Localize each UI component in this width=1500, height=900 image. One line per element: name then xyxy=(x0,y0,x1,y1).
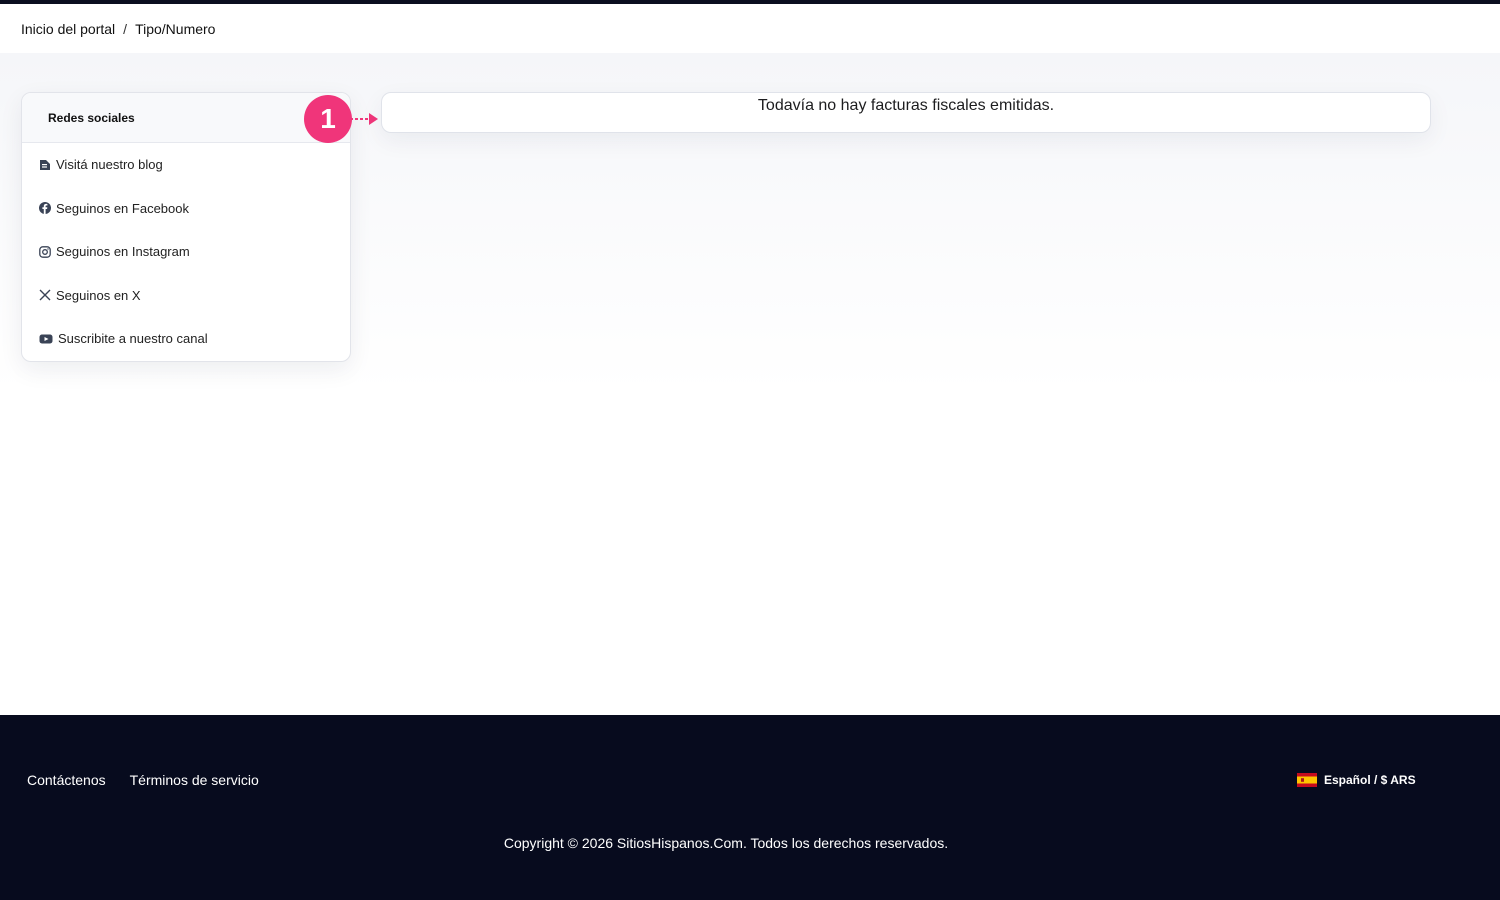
instagram-icon xyxy=(39,245,51,258)
spain-flag-icon xyxy=(1297,773,1317,787)
sidebar-item-youtube[interactable]: Suscribite a nuestro canal xyxy=(22,317,350,361)
sidebar-item-label: Visitá nuestro blog xyxy=(56,157,163,173)
language-label: Español / $ ARS xyxy=(1324,773,1416,787)
annotation-arrow-icon xyxy=(350,113,378,125)
main-content: Redes sociales Visitá nuestro blog Segui… xyxy=(0,53,1500,715)
notice-message: Todavía no hay facturas fiscales emitida… xyxy=(757,97,1055,114)
breadcrumb: Inicio del portal / Tipo/Numero xyxy=(0,4,1500,53)
footer-links: Contáctenos Términos de servicio xyxy=(27,772,259,788)
social-sidebar: Redes sociales Visitá nuestro blog Segui… xyxy=(21,92,351,362)
facebook-icon xyxy=(39,202,51,215)
breadcrumb-home-link[interactable]: Inicio del portal xyxy=(21,21,115,37)
sidebar-item-instagram[interactable]: Seguinos en Instagram xyxy=(22,230,350,274)
copyright-text: Copyright © 2026 SitiosHispanos.Com. Tod… xyxy=(503,835,949,851)
empty-invoices-notice: Todavía no hay facturas fiscales emitida… xyxy=(381,92,1431,133)
sidebar-item-label: Seguinos en Facebook xyxy=(56,200,189,216)
sidebar-title: Redes sociales xyxy=(22,93,350,143)
footer-link-contact[interactable]: Contáctenos xyxy=(27,772,106,788)
sidebar-item-label: Seguinos en Instagram xyxy=(56,244,190,260)
sidebar-item-label: Seguinos en X xyxy=(56,287,141,303)
footer-link-terms[interactable]: Términos de servicio xyxy=(130,772,259,788)
footer: Contáctenos Términos de servicio Español… xyxy=(0,715,1500,900)
sidebar-item-facebook[interactable]: Seguinos en Facebook xyxy=(22,187,350,231)
breadcrumb-separator: / xyxy=(123,20,128,37)
annotation-badge: 1 xyxy=(304,95,352,143)
sidebar-list: Visitá nuestro blog Seguinos en Facebook… xyxy=(22,143,350,361)
blog-icon xyxy=(39,159,51,171)
language-currency-selector[interactable]: Español / $ ARS xyxy=(1297,773,1416,787)
breadcrumb-current: Tipo/Numero xyxy=(135,20,216,37)
sidebar-item-blog[interactable]: Visitá nuestro blog xyxy=(22,143,350,187)
youtube-icon xyxy=(39,333,53,345)
x-icon xyxy=(39,289,51,301)
sidebar-item-x[interactable]: Seguinos en X xyxy=(22,274,350,318)
sidebar-item-label: Suscribite a nuestro canal xyxy=(58,331,208,347)
